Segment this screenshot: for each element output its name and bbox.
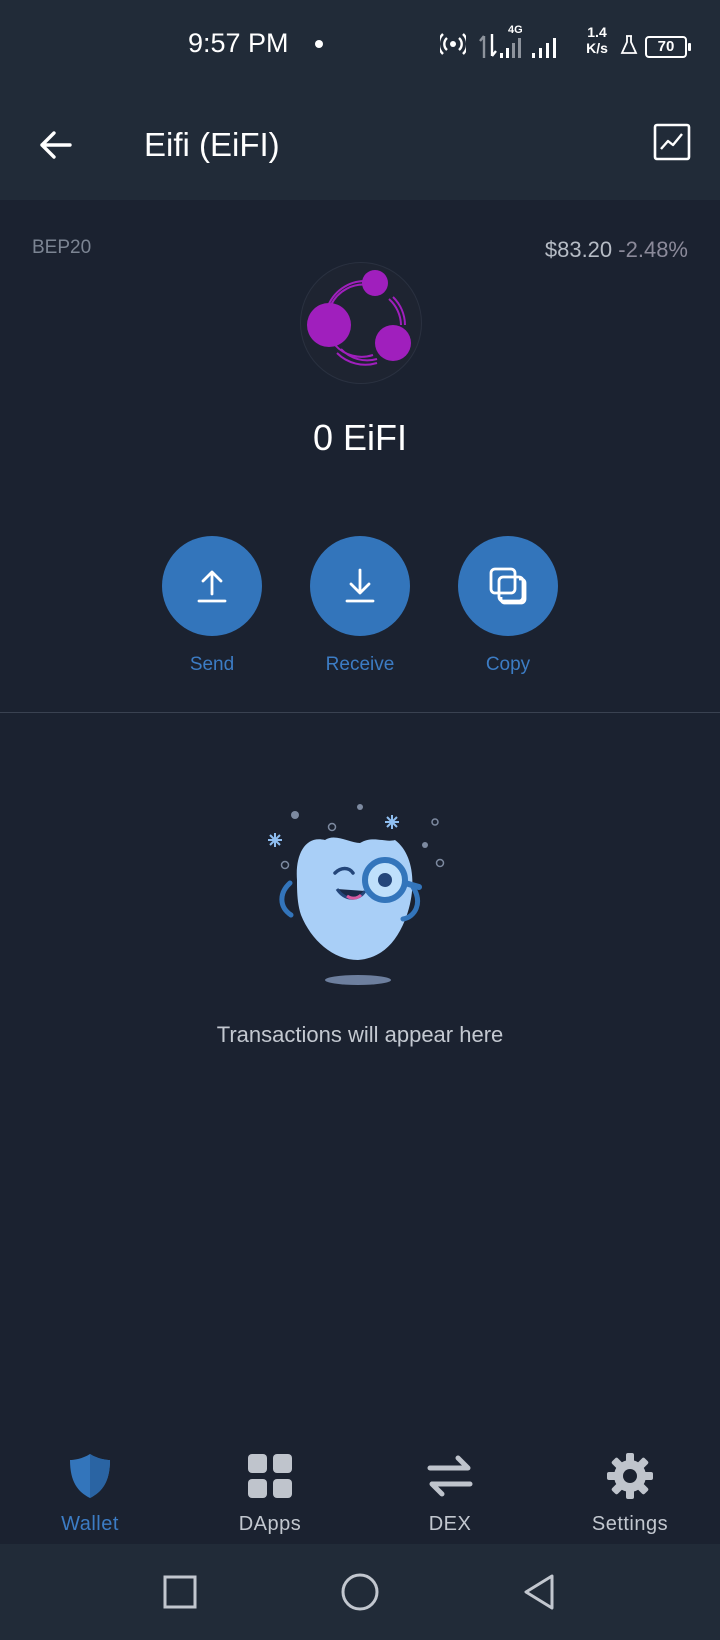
net-speed-value: 1.4	[587, 24, 607, 40]
nav-dapps[interactable]: DApps	[200, 1450, 340, 1536]
copy-label: Copy	[485, 654, 531, 675]
net-speed: 1.4 K/s	[580, 24, 614, 56]
token-price-change: -2.48%	[618, 237, 688, 262]
nav-dapps-label: DApps	[238, 1513, 302, 1535]
nav-settings-label: Settings	[591, 1513, 669, 1535]
nav-wallet[interactable]: Wallet	[20, 1450, 160, 1536]
grid-icon	[248, 1454, 292, 1498]
triangle-back-icon	[524, 1574, 554, 1610]
signal-icon-1	[500, 38, 521, 58]
data-transfer-icon	[479, 34, 497, 58]
eifi-logo-icon	[307, 270, 411, 366]
swap-arrows-icon	[427, 1455, 473, 1497]
copy-icon	[489, 567, 527, 605]
recent-apps-button[interactable]	[158, 1570, 202, 1614]
bottom-nav: Wallet DApps DEX Settings	[0, 1420, 720, 1544]
send-label: Send	[189, 654, 235, 675]
token-logo	[300, 262, 422, 384]
status-icons: 4G 1.4 K/s 70	[440, 22, 700, 66]
token-price: $83.20	[544, 237, 613, 262]
nav-wallet-label: Wallet	[61, 1513, 119, 1535]
system-back-button[interactable]	[518, 1570, 562, 1614]
back-button[interactable]	[32, 120, 82, 170]
signal-icon-2	[532, 38, 556, 58]
app-header: Eifi (EiFI)	[0, 90, 720, 200]
upload-arrow-icon	[197, 570, 227, 603]
nav-dex[interactable]: DEX	[380, 1450, 520, 1536]
receive-button[interactable]	[310, 536, 410, 636]
download-arrow-icon	[345, 568, 375, 603]
receive-action[interactable]: Receive	[300, 536, 420, 676]
send-button[interactable]	[162, 536, 262, 636]
copy-button[interactable]	[458, 536, 558, 636]
token-network: BEP20	[32, 237, 92, 258]
net-speed-unit: K/s	[586, 40, 608, 56]
shield-icon	[70, 1454, 110, 1498]
empty-state-message: Transactions will appear here	[216, 1022, 504, 1047]
line-chart-icon	[653, 123, 691, 161]
send-action[interactable]: Send	[152, 536, 272, 676]
gear-icon	[607, 1453, 653, 1499]
circle-icon	[341, 1573, 379, 1611]
arrow-left-icon	[40, 131, 72, 159]
divider	[0, 712, 720, 713]
receive-label: Receive	[325, 654, 395, 675]
notification-dot	[315, 40, 323, 48]
nav-settings[interactable]: Settings	[560, 1450, 700, 1536]
page-title: Eifi (EiFI)	[144, 126, 280, 163]
empty-state-illustration	[255, 795, 455, 990]
mascot-magnifier-illustration	[268, 804, 445, 985]
token-price-row: $83.20 -2.48%	[545, 237, 688, 263]
square-icon	[163, 1575, 197, 1609]
status-bar: 9:57 PM 4G 1.4 K/s 70	[0, 0, 720, 90]
nav-dex-label: DEX	[428, 1513, 472, 1535]
status-time: 9:57 PM	[188, 28, 289, 58]
hotspot-icon	[440, 33, 466, 55]
network-type: 4G	[508, 24, 523, 36]
flask-icon	[620, 35, 638, 54]
battery-indicator: 70	[645, 36, 691, 58]
copy-action[interactable]: Copy	[448, 536, 568, 676]
system-nav-bar	[0, 1544, 720, 1640]
home-button[interactable]	[338, 1570, 382, 1614]
price-chart-button[interactable]	[650, 120, 694, 164]
token-balance: 0 EiFI	[312, 417, 408, 458]
